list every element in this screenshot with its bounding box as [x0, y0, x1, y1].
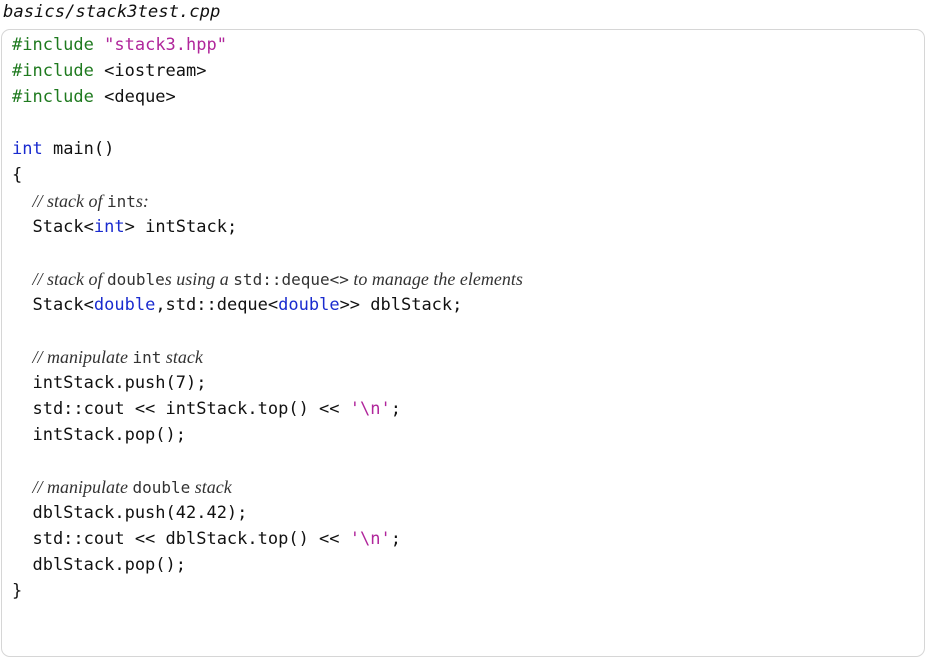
- code-line: intStack.pop();: [12, 422, 186, 448]
- string-literal: "stack3.hpp": [104, 35, 227, 55]
- code-text: <iostream>: [93, 61, 207, 81]
- comment-text: // manipulate: [32, 477, 133, 497]
- code-line: dblStack.push(42.42);: [12, 500, 247, 526]
- code-text: }: [12, 581, 23, 601]
- code-line: // stack of doubles using a std::deque<>…: [12, 266, 523, 292]
- code-text: Stack<: [12, 217, 94, 237]
- string-literal: '\n': [349, 399, 391, 419]
- comment-code-term: int: [132, 348, 162, 367]
- code-line: Stack<int> intStack;: [12, 214, 237, 240]
- code-text: dblStack.push(42.42);: [12, 503, 248, 523]
- comment-text: stack: [161, 347, 203, 367]
- code-text: std::cout << dblStack.top() <<: [12, 529, 350, 549]
- code-line: std::cout << dblStack.top() << '\n';: [12, 526, 401, 552]
- code-line: Stack<double,std::deque<double>> dblStac…: [12, 292, 462, 318]
- keyword: double: [93, 295, 156, 315]
- code-text: Stack<: [12, 295, 94, 315]
- preprocessor-directive: #include: [12, 35, 94, 55]
- comment-text: s using a: [164, 269, 234, 289]
- comment-code-term: std::deque<>: [233, 270, 349, 289]
- code-line: intStack.push(7);: [12, 370, 206, 396]
- code-text: intStack.push(7);: [12, 373, 207, 393]
- code-listing-box: #include "stack3.hpp" #include <iostream>…: [1, 29, 925, 657]
- code-text: <deque>: [93, 87, 176, 107]
- keyword: int: [12, 139, 43, 159]
- file-name-caption: basics/stack3test.cpp: [3, 2, 221, 22]
- code-text: main(): [42, 139, 115, 159]
- code-text: ;: [390, 399, 401, 419]
- code-line: // stack of ints:: [12, 188, 149, 214]
- code-text: ;: [390, 529, 401, 549]
- code-line: int main(): [12, 136, 114, 162]
- string-literal: '\n': [349, 529, 391, 549]
- comment-text: // stack of: [32, 191, 107, 211]
- preprocessor-directive: #include: [12, 87, 94, 107]
- code-text: intStack.pop();: [12, 425, 186, 445]
- code-line: #include <iostream>: [12, 58, 206, 84]
- preprocessor-directive: #include: [12, 61, 94, 81]
- comment-text: // manipulate: [32, 347, 133, 367]
- code-line: {: [12, 162, 22, 188]
- keyword: double: [278, 295, 340, 315]
- comment-code-term: int: [106, 192, 136, 211]
- comment-text: // stack of: [32, 269, 107, 289]
- code-line: #include <deque>: [12, 84, 176, 110]
- comment-code-term: double: [106, 270, 165, 289]
- code-line: }: [12, 578, 22, 604]
- keyword: int: [93, 217, 125, 237]
- code-line: // manipulate double stack: [12, 474, 232, 500]
- comment-text: s:: [135, 191, 149, 211]
- code-text: >> dblStack;: [339, 295, 463, 315]
- code-text: dblStack.pop();: [12, 555, 186, 575]
- code-line: // manipulate int stack: [12, 344, 203, 370]
- code-line: #include "stack3.hpp": [12, 32, 227, 58]
- code-text: ,std::deque<: [155, 295, 279, 315]
- comment-text: to manage the elements: [348, 269, 523, 289]
- code-text: > intStack;: [124, 217, 238, 237]
- code-text: std::cout << intStack.top() <<: [12, 399, 350, 419]
- code-text: {: [12, 165, 23, 185]
- comment-code-term: double: [132, 478, 191, 497]
- code-line: std::cout << intStack.top() << '\n';: [12, 396, 401, 422]
- code-line: dblStack.pop();: [12, 552, 186, 578]
- comment-text: stack: [190, 477, 232, 497]
